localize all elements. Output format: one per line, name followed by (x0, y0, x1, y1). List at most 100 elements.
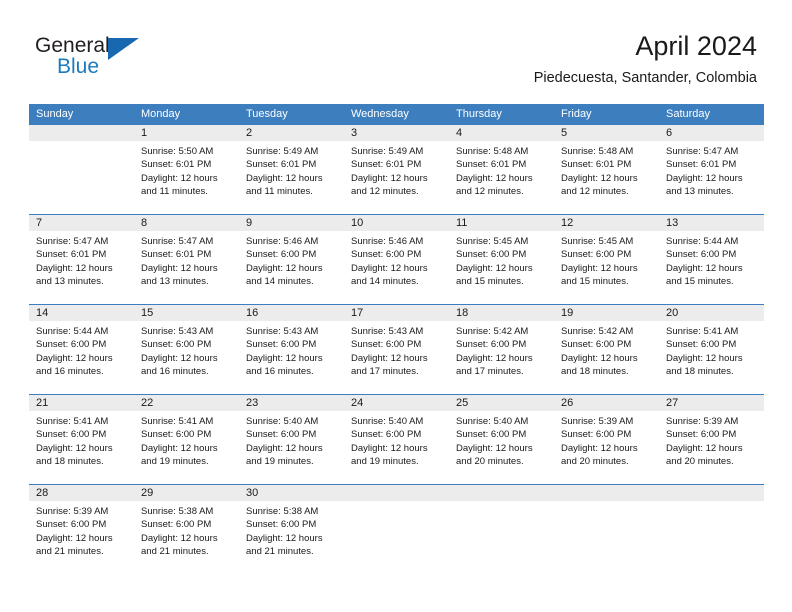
calendar-day-cell-empty (29, 125, 134, 214)
day-number: 14 (29, 305, 134, 321)
calendar-day-cell[interactable]: 14 Sunrise: 5:44 AM Sunset: 6:00 PM Dayligh… (29, 305, 134, 394)
day-sun-info: Sunrise: 5:38 AM Sunset: 6:00 PM Daylight:… (134, 501, 239, 559)
calendar-day-cell-empty (554, 485, 659, 574)
calendar-day-cell[interactable]: 8 Sunrise: 5:47 AM Sunset: 6:01 PM Daylight… (134, 215, 239, 304)
calendar-day-cell-empty (659, 485, 764, 574)
day-info-line: and 18 minutes. (666, 366, 734, 378)
day-info-line: Sunrise: 5:43 AM (141, 326, 214, 337)
day-number: 22 (134, 395, 239, 411)
day-number: 26 (554, 395, 659, 411)
day-info-line: Sunrise: 5:40 AM (456, 416, 529, 427)
calendar-day-cell[interactable]: 13 Sunrise: 5:44 AM Sunset: 6:00 PM Dayligh… (659, 215, 764, 304)
day-info-line: and 13 minutes. (666, 186, 734, 198)
day-info-line: Daylight: 12 hours (36, 442, 113, 454)
day-number: 25 (449, 395, 554, 411)
calendar-day-cell[interactable]: 9 Sunrise: 5:46 AM Sunset: 6:00 PM Daylight… (239, 215, 344, 304)
day-info-line: Sunset: 6:00 PM (246, 429, 317, 441)
day-info-line: Sunset: 6:01 PM (36, 249, 107, 261)
day-info-line: Sunrise: 5:42 AM (561, 326, 634, 337)
day-info-line: Sunset: 6:00 PM (351, 249, 422, 261)
calendar-day-cell[interactable]: 26 Sunrise: 5:39 AM Sunset: 6:00 PM Dayligh… (554, 395, 659, 484)
calendar-day-cell[interactable]: 28 Sunrise: 5:39 AM Sunset: 6:00 PM Dayligh… (29, 485, 134, 574)
calendar-day-cell[interactable]: 24 Sunrise: 5:40 AM Sunset: 6:00 PM Dayligh… (344, 395, 449, 484)
day-info-line: Sunset: 6:01 PM (666, 159, 737, 171)
calendar-day-cell[interactable]: 2 Sunrise: 5:49 AM Sunset: 6:01 PM Daylight… (239, 125, 344, 214)
day-info-line: Sunset: 6:00 PM (351, 429, 422, 441)
day-info-line: Daylight: 12 hours (456, 442, 533, 454)
triangle-flag-icon (108, 38, 139, 60)
calendar-day-cell[interactable]: 15 Sunrise: 5:43 AM Sunset: 6:00 PM Dayligh… (134, 305, 239, 394)
calendar-day-cell[interactable]: 4 Sunrise: 5:48 AM Sunset: 6:01 PM Daylight… (449, 125, 554, 214)
day-info-line: and 19 minutes. (246, 456, 314, 468)
calendar-day-cell-empty (344, 485, 449, 574)
day-info-line: Daylight: 12 hours (351, 442, 428, 454)
day-info-line: Sunrise: 5:41 AM (666, 326, 739, 337)
day-number: 21 (29, 395, 134, 411)
day-info-line: Sunrise: 5:46 AM (246, 236, 319, 247)
day-number (344, 485, 449, 501)
day-sun-info: Sunrise: 5:50 AM Sunset: 6:01 PM Daylight:… (134, 141, 239, 199)
day-info-line: Daylight: 12 hours (351, 262, 428, 274)
general-blue-logo[interactable]: General Blue (35, 34, 215, 86)
day-sun-info: Sunrise: 5:49 AM Sunset: 6:01 PM Daylight:… (239, 141, 344, 199)
day-number: 11 (449, 215, 554, 231)
day-number: 23 (239, 395, 344, 411)
day-sun-info (659, 501, 764, 505)
day-info-line: Sunrise: 5:45 AM (456, 236, 529, 247)
day-sun-info: Sunrise: 5:47 AM Sunset: 6:01 PM Daylight:… (29, 231, 134, 289)
day-info-line: and 16 minutes. (246, 366, 314, 378)
calendar-day-cell[interactable]: 29 Sunrise: 5:38 AM Sunset: 6:00 PM Dayligh… (134, 485, 239, 574)
day-info-line: Sunset: 6:01 PM (141, 159, 212, 171)
day-info-line: Daylight: 12 hours (141, 262, 218, 274)
day-info-line: and 15 minutes. (561, 276, 629, 288)
calendar-day-cell[interactable]: 16 Sunrise: 5:43 AM Sunset: 6:00 PM Dayligh… (239, 305, 344, 394)
calendar-day-cell[interactable]: 11 Sunrise: 5:45 AM Sunset: 6:00 PM Dayligh… (449, 215, 554, 304)
day-number: 8 (134, 215, 239, 231)
day-info-line: Sunrise: 5:48 AM (561, 146, 634, 157)
day-number (554, 485, 659, 501)
calendar-day-cell[interactable]: 5 Sunrise: 5:48 AM Sunset: 6:01 PM Daylight… (554, 125, 659, 214)
day-sun-info: Sunrise: 5:48 AM Sunset: 6:01 PM Daylight:… (554, 141, 659, 199)
calendar-page: General Blue April 2024 Piedecuesta, San… (0, 0, 792, 612)
day-number: 2 (239, 125, 344, 141)
day-sun-info: Sunrise: 5:39 AM Sunset: 6:00 PM Daylight:… (554, 411, 659, 469)
day-info-line: Daylight: 12 hours (141, 172, 218, 184)
location-subtitle: Piedecuesta, Santander, Colombia (533, 70, 757, 86)
calendar-day-cell[interactable]: 10 Sunrise: 5:46 AM Sunset: 6:00 PM Dayligh… (344, 215, 449, 304)
calendar-day-cell[interactable]: 22 Sunrise: 5:41 AM Sunset: 6:00 PM Dayligh… (134, 395, 239, 484)
calendar-day-cell[interactable]: 21 Sunrise: 5:41 AM Sunset: 6:00 PM Dayligh… (29, 395, 134, 484)
day-number: 15 (134, 305, 239, 321)
calendar-day-cell[interactable]: 25 Sunrise: 5:40 AM Sunset: 6:00 PM Dayligh… (449, 395, 554, 484)
day-info-line: Sunset: 6:00 PM (351, 339, 422, 351)
calendar-day-cell[interactable]: 1 Sunrise: 5:50 AM Sunset: 6:01 PM Daylight… (134, 125, 239, 214)
day-number: 16 (239, 305, 344, 321)
weekday-header-friday: Friday (561, 108, 592, 120)
day-sun-info: Sunrise: 5:46 AM Sunset: 6:00 PM Daylight:… (344, 231, 449, 289)
calendar-day-cell[interactable]: 3 Sunrise: 5:49 AM Sunset: 6:01 PM Daylight… (344, 125, 449, 214)
day-info-line: Sunrise: 5:49 AM (351, 146, 424, 157)
day-info-line: Sunrise: 5:38 AM (246, 506, 319, 517)
day-info-line: Sunrise: 5:48 AM (456, 146, 529, 157)
calendar-day-cell[interactable]: 23 Sunrise: 5:40 AM Sunset: 6:00 PM Dayligh… (239, 395, 344, 484)
day-info-line: Daylight: 12 hours (246, 442, 323, 454)
calendar-day-cell[interactable]: 30 Sunrise: 5:38 AM Sunset: 6:00 PM Dayligh… (239, 485, 344, 574)
day-number (659, 485, 764, 501)
calendar-day-cell[interactable]: 18 Sunrise: 5:42 AM Sunset: 6:00 PM Dayligh… (449, 305, 554, 394)
day-info-line: Sunrise: 5:40 AM (246, 416, 319, 427)
day-info-line: Daylight: 12 hours (351, 172, 428, 184)
day-info-line: Sunset: 6:00 PM (561, 249, 632, 261)
calendar-day-cell[interactable]: 6 Sunrise: 5:47 AM Sunset: 6:01 PM Daylight… (659, 125, 764, 214)
day-sun-info: Sunrise: 5:43 AM Sunset: 6:00 PM Daylight:… (239, 321, 344, 379)
calendar-day-cell[interactable]: 17 Sunrise: 5:43 AM Sunset: 6:00 PM Dayligh… (344, 305, 449, 394)
calendar-day-cell[interactable]: 27 Sunrise: 5:39 AM Sunset: 6:00 PM Dayligh… (659, 395, 764, 484)
day-info-line: Sunrise: 5:39 AM (666, 416, 739, 427)
calendar-day-cell[interactable]: 12 Sunrise: 5:45 AM Sunset: 6:00 PM Dayligh… (554, 215, 659, 304)
calendar-day-cell[interactable]: 7 Sunrise: 5:47 AM Sunset: 6:01 PM Daylight… (29, 215, 134, 304)
day-info-line: Sunrise: 5:47 AM (36, 236, 109, 247)
day-number: 27 (659, 395, 764, 411)
calendar-day-cell[interactable]: 20 Sunrise: 5:41 AM Sunset: 6:00 PM Dayligh… (659, 305, 764, 394)
calendar-grid: Sunday Monday Tuesday Wednesday Thursday Frid… (29, 104, 764, 574)
day-number: 1 (134, 125, 239, 141)
calendar-day-cell[interactable]: 19 Sunrise: 5:42 AM Sunset: 6:00 PM Dayligh… (554, 305, 659, 394)
day-info-line: and 16 minutes. (36, 366, 104, 378)
